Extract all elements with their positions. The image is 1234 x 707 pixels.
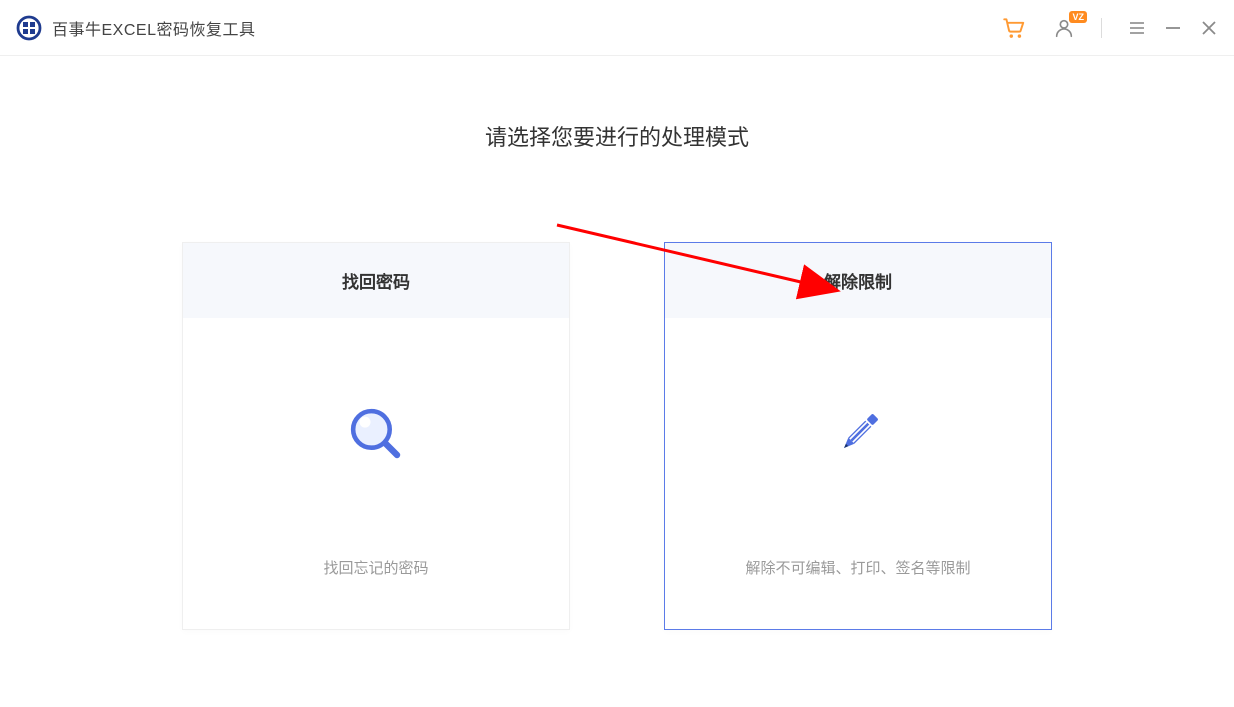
titlebar-right: VZ xyxy=(1001,15,1218,41)
app-title: 百事牛EXCEL密码恢复工具 xyxy=(52,16,255,40)
user-icon[interactable]: VZ xyxy=(1053,17,1075,39)
mode-card-header: 解除限制 xyxy=(665,243,1051,318)
titlebar-left: 百事牛EXCEL密码恢复工具 xyxy=(16,15,255,41)
magnifier-icon xyxy=(341,399,411,469)
pencil-icon xyxy=(823,399,893,469)
main-heading: 请选择您要进行的处理模式 xyxy=(485,120,749,152)
cart-icon[interactable] xyxy=(1001,15,1027,41)
mode-card-title: 找回密码 xyxy=(342,268,410,293)
minimize-icon[interactable] xyxy=(1164,19,1182,37)
window-buttons xyxy=(1128,19,1218,37)
titlebar: 百事牛EXCEL密码恢复工具 VZ xyxy=(0,0,1234,56)
mode-card-desc: 找回忘记的密码 xyxy=(323,557,428,578)
mode-card-title: 解除限制 xyxy=(824,268,892,293)
mode-card-desc: 解除不可编辑、打印、签名等限制 xyxy=(745,557,970,578)
mode-card-recover-password[interactable]: 找回密码 找回忘记的密码 xyxy=(182,242,570,630)
user-vip-badge: VZ xyxy=(1069,11,1087,23)
main-area: 请选择您要进行的处理模式 找回密码 找回忘记的密码 解除限制 xyxy=(0,56,1234,630)
mode-card-header: 找回密码 xyxy=(183,243,569,318)
mode-card-body: 解除不可编辑、打印、签名等限制 xyxy=(665,318,1051,629)
mode-card-body: 找回忘记的密码 xyxy=(183,318,569,629)
close-icon[interactable] xyxy=(1200,19,1218,37)
mode-card-remove-restriction[interactable]: 解除限制 解除不可编辑、打印、签名等限制 xyxy=(664,242,1052,630)
menu-icon[interactable] xyxy=(1128,19,1146,37)
app-logo-icon xyxy=(16,15,42,41)
titlebar-divider xyxy=(1101,18,1102,38)
mode-cards: 找回密码 找回忘记的密码 解除限制 xyxy=(182,242,1052,630)
